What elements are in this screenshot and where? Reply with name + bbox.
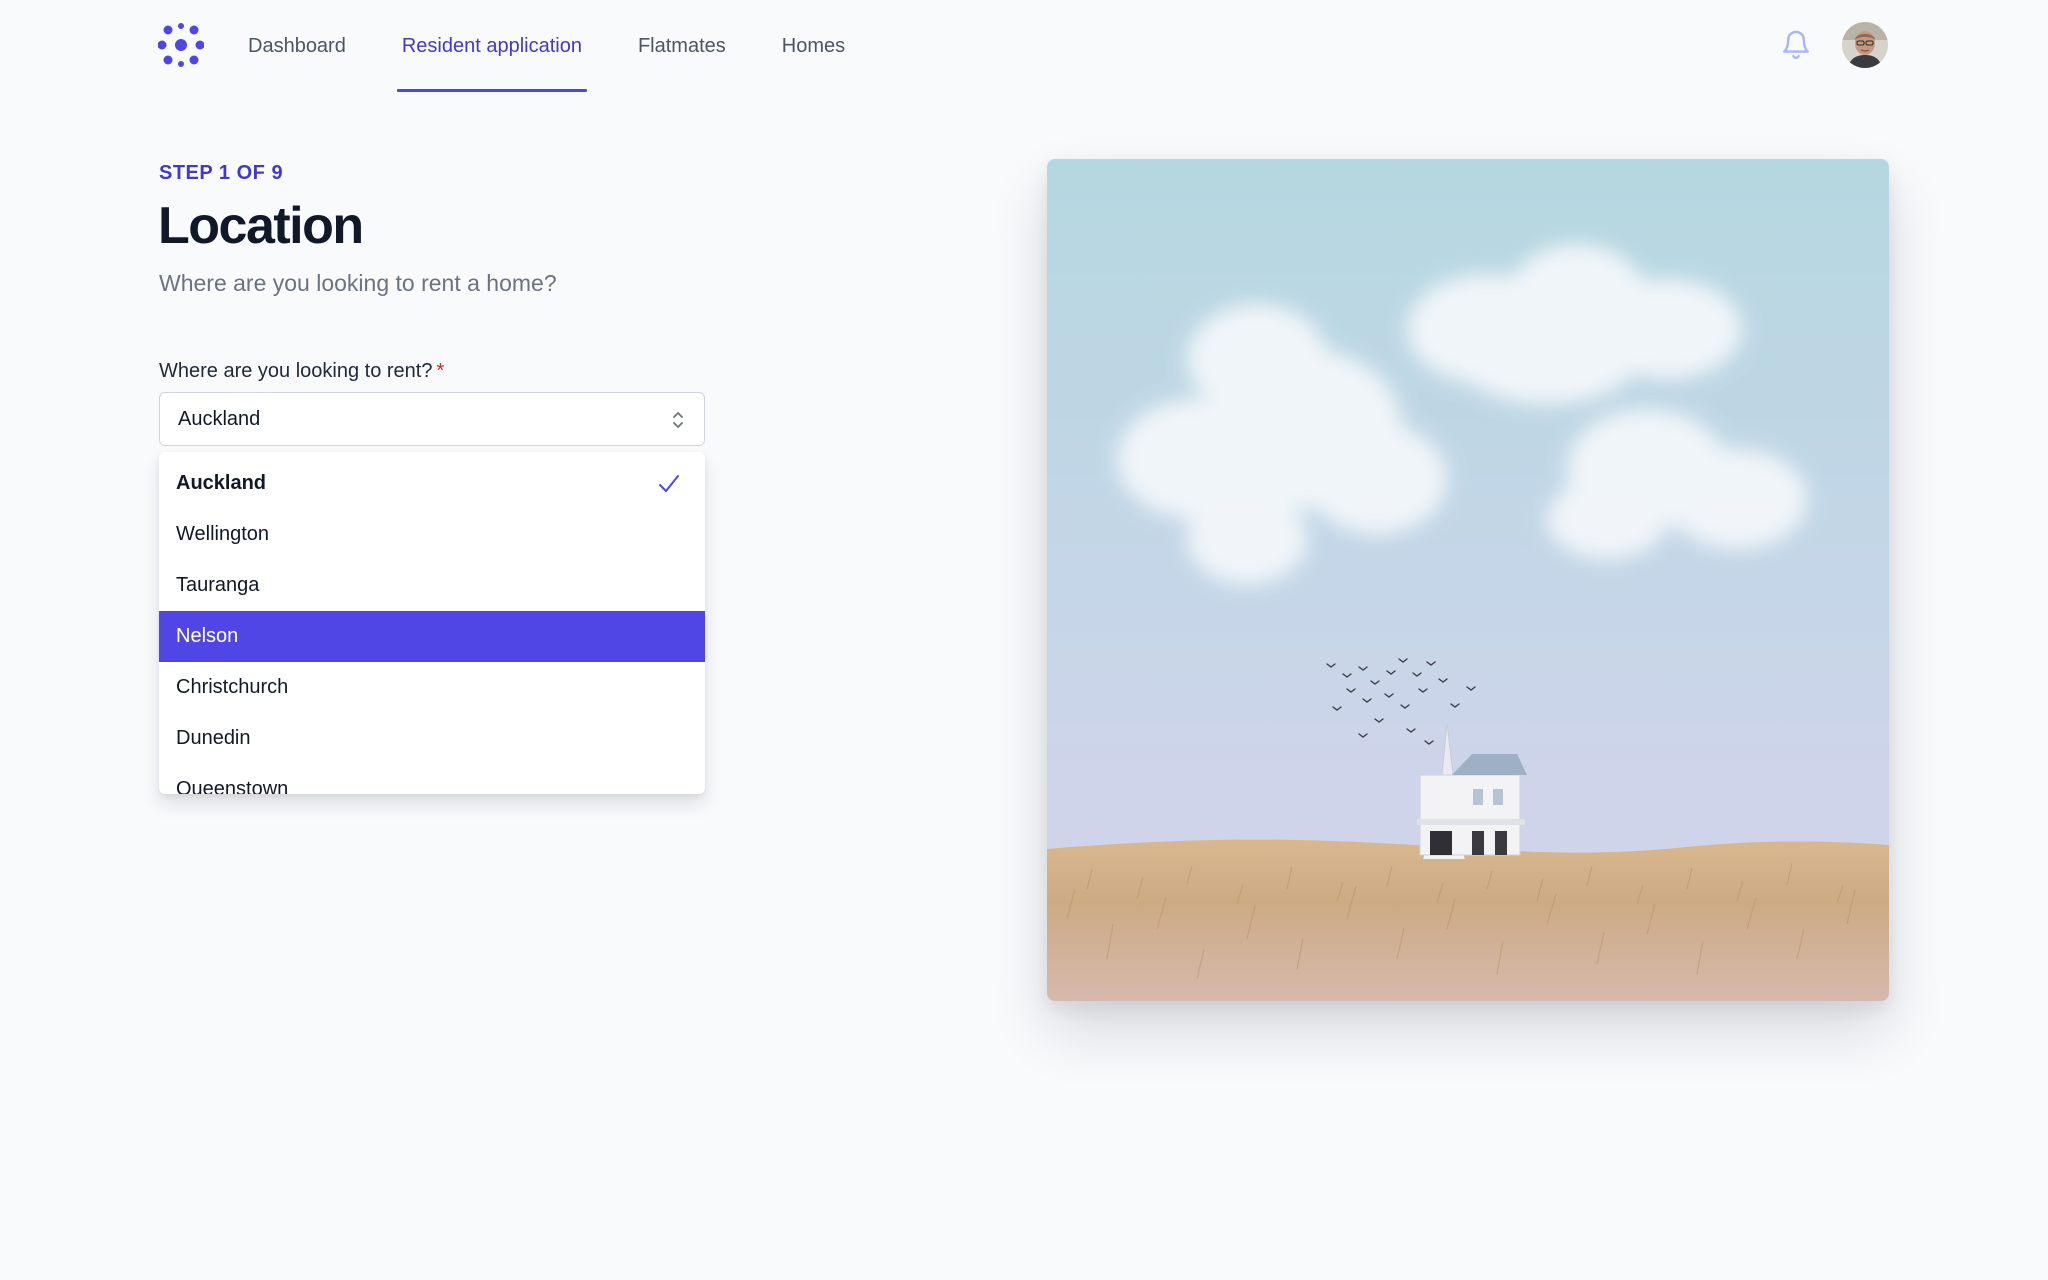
option-label: Dunedin	[176, 727, 251, 749]
step-indicator: STEP 1 OF 9	[159, 162, 284, 184]
option-tauranga[interactable]: Tauranga	[159, 560, 705, 611]
checkmark-icon	[657, 472, 681, 496]
nav-homes[interactable]: Homes	[778, 0, 849, 92]
option-label: Wellington	[176, 523, 270, 545]
option-auckland[interactable]: Auckland	[159, 458, 705, 509]
hero-image-house-in-field	[1047, 159, 1889, 1001]
logo-icon[interactable]	[157, 22, 205, 68]
chevron-up-down-icon	[670, 408, 686, 432]
option-wellington[interactable]: Wellington	[159, 509, 705, 560]
user-avatar[interactable]	[1842, 22, 1888, 68]
nav-dashboard[interactable]: Dashboard	[244, 0, 350, 92]
main-nav: Dashboard Resident application Flatmates…	[244, 0, 897, 92]
option-christchurch[interactable]: Christchurch	[159, 662, 705, 713]
location-select[interactable]: Auckland	[159, 392, 705, 446]
option-label: Queenstown	[176, 778, 289, 794]
nav-resident-application[interactable]: Resident application	[396, 0, 588, 92]
option-label: Christchurch	[176, 676, 289, 698]
location-dropdown-menu: Auckland Wellington Tauranga Nelson Chri…	[159, 452, 705, 794]
page-title: Location	[158, 197, 364, 255]
required-marker: *	[436, 360, 445, 382]
option-queenstown[interactable]: Queenstown	[159, 764, 705, 794]
nav-flatmates[interactable]: Flatmates	[634, 0, 730, 92]
top-navigation: Dashboard Resident application Flatmates…	[0, 0, 2048, 92]
option-label: Auckland	[176, 472, 267, 494]
page-subtitle: Where are you looking to rent a home?	[159, 270, 557, 296]
location-field-label-text: Where are you looking to rent?	[159, 360, 433, 382]
location-select-value: Auckland	[178, 407, 261, 430]
option-dunedin[interactable]: Dunedin	[159, 713, 705, 764]
option-label: Nelson	[176, 625, 239, 647]
location-field-label: Where are you looking to rent? *	[159, 360, 444, 383]
option-label: Tauranga	[176, 574, 260, 596]
bell-icon[interactable]	[1780, 28, 1812, 62]
option-nelson[interactable]: Nelson	[159, 611, 705, 662]
